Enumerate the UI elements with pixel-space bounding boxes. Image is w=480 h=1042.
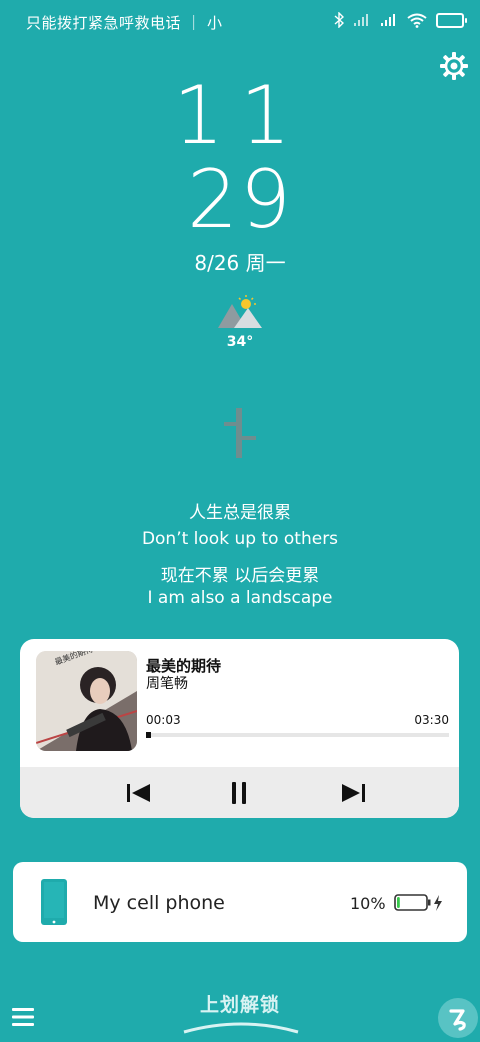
no-signal-icon <box>354 14 368 26</box>
sunny-mountains-icon <box>218 295 262 328</box>
wifi-icon <box>407 13 427 28</box>
battery-percent: 10% <box>350 894 386 913</box>
current-time: 00:03 <box>146 713 181 727</box>
next-icon[interactable] <box>336 777 370 809</box>
carrier-text: 只能拨打紧急呼救电话 ｜ 小 <box>26 14 223 32</box>
pause-icon[interactable] <box>222 777 256 809</box>
temperature: 34° <box>226 334 254 350</box>
device-name: My cell phone <box>93 892 225 914</box>
assistant-button[interactable] <box>438 998 478 1038</box>
progress-bar[interactable] <box>146 732 449 738</box>
quote-line-2: Don’t look up to others <box>141 529 339 549</box>
status-icons <box>334 12 467 28</box>
quote-line-4: I am also a landscape <box>147 588 333 608</box>
device-card[interactable]: My cell phone 10% <box>13 862 467 942</box>
music-player-card[interactable]: 最美的期待 最美的期待 周笔畅 00:03 03:30 <box>20 639 459 818</box>
status-bar: 只能拨打紧急呼救电话 ｜ 小 <box>0 0 480 44</box>
date-label: 8/26 周一 <box>194 251 286 275</box>
playback-controls <box>20 767 459 818</box>
menu-icon[interactable] <box>10 1004 36 1030</box>
signal-icon <box>381 14 395 26</box>
battery-level-icon <box>394 894 442 911</box>
signpost-icon <box>224 408 256 458</box>
phone-icon <box>41 879 67 925</box>
assistant-icon <box>449 1009 466 1031</box>
total-time: 03:30 <box>414 713 449 727</box>
previous-icon[interactable] <box>122 777 156 809</box>
battery-icon <box>436 12 467 28</box>
album-art[interactable]: 最美的期待 <box>36 651 137 751</box>
song-artist: 周笔畅 <box>146 676 188 692</box>
clock-hour: 11 <box>173 69 307 162</box>
swipe-unlock-hint[interactable]: 上划解锁 <box>0 990 480 1017</box>
unlock-arc <box>183 1022 299 1034</box>
clock-minute: 29 <box>187 153 293 246</box>
quote-line-3: 现在不累 以后会更累 <box>160 566 320 586</box>
album-art-image: 最美的期待 <box>36 651 137 751</box>
bluetooth-icon <box>334 12 344 28</box>
progress-fill <box>146 732 151 738</box>
quote-line-1: 人生总是很累 <box>189 503 291 523</box>
